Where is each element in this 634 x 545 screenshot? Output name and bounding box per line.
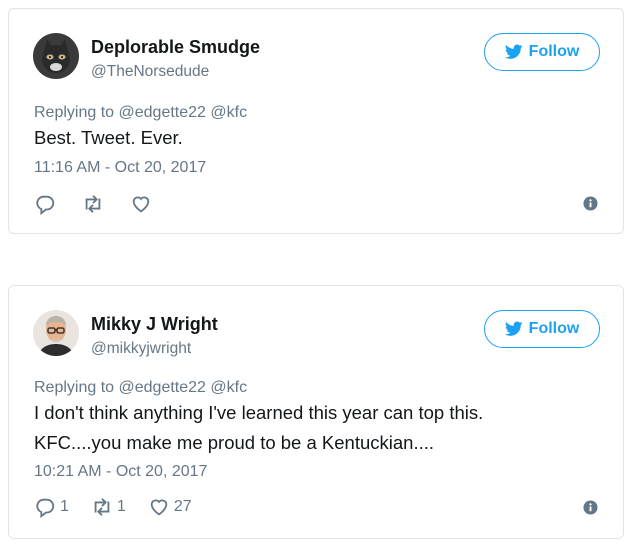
man-avatar-icon — [33, 310, 79, 356]
action-bar — [34, 193, 178, 215]
like-count: 27 — [173, 498, 192, 515]
retweet-icon — [85, 195, 101, 213]
display-name[interactable]: Deplorable Smudge — [91, 37, 260, 58]
heart-icon — [150, 499, 168, 516]
retweet-count: 1 — [116, 498, 126, 515]
info-icon[interactable] — [583, 196, 598, 211]
tweet-text-line: I don't think anything I've learned this… — [34, 402, 484, 423]
tweet-text-line: KFC....you make me proud to be a Kentuck… — [34, 432, 435, 453]
mention-link[interactable]: @kfc — [210, 379, 247, 396]
avatar[interactable] — [33, 310, 79, 356]
tweet-text: Best. Tweet. Ever. — [34, 123, 183, 153]
reply-button[interactable] — [34, 193, 60, 215]
follow-button[interactable]: Follow — [484, 33, 600, 71]
action-bar: 1 1 27 — [34, 496, 214, 518]
replying-prefix: Replying to — [34, 379, 115, 396]
reply-icon — [36, 498, 55, 518]
info-icon[interactable] — [583, 500, 598, 515]
twitter-bird-icon — [504, 321, 523, 336]
retweet-button[interactable]: 1 — [91, 496, 126, 518]
reply-button[interactable]: 1 — [34, 496, 69, 518]
reply-count: 1 — [60, 498, 69, 515]
follow-button[interactable]: Follow — [484, 310, 600, 348]
twitter-bird-icon — [504, 44, 523, 59]
follow-label: Follow — [528, 320, 580, 337]
tweet-text-line: Best. Tweet. Ever. — [34, 127, 183, 148]
tweet-card: Mikky J Wright @mikkyjwright Follow Repl… — [8, 285, 624, 539]
replying-prefix: Replying to — [34, 104, 115, 121]
like-button[interactable]: 27 — [148, 496, 192, 518]
tweet-card: Deplorable Smudge @TheNorsedude Follow R… — [8, 8, 624, 234]
timestamp[interactable]: 11:16 AM - Oct 20, 2017 — [34, 159, 206, 177]
cat-avatar-icon — [33, 33, 79, 79]
retweet-icon — [94, 498, 110, 516]
user-handle[interactable]: @TheNorsedude — [91, 63, 209, 81]
avatar[interactable] — [33, 33, 79, 79]
replying-to: Replying to @edgette22 @kfc — [34, 104, 247, 122]
heart-icon — [132, 196, 150, 213]
timestamp[interactable]: 10:21 AM - Oct 20, 2017 — [34, 463, 207, 481]
reply-icon — [36, 195, 55, 215]
display-name[interactable]: Mikky J Wright — [91, 314, 218, 335]
user-handle[interactable]: @mikkyjwright — [91, 340, 191, 358]
retweet-button[interactable] — [82, 193, 108, 215]
follow-label: Follow — [528, 43, 580, 60]
mention-link[interactable]: @edgette22 — [119, 379, 206, 396]
mention-link[interactable]: @edgette22 — [119, 104, 206, 121]
replying-to: Replying to @edgette22 @kfc — [34, 379, 247, 397]
like-button[interactable] — [130, 193, 156, 215]
tweet-text: I don't think anything I've learned this… — [34, 398, 483, 458]
mention-link[interactable]: @kfc — [210, 104, 247, 121]
